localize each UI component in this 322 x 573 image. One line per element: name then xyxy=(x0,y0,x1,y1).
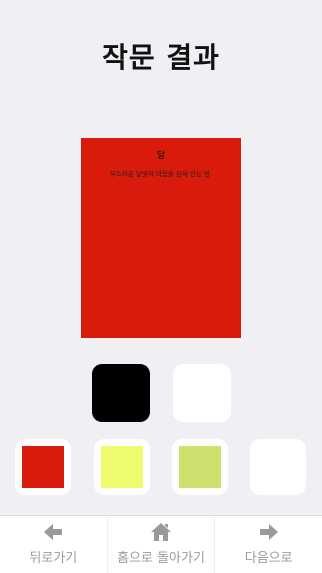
bg-color-chip-yellow xyxy=(101,446,143,488)
home-button-label: 홈으로 돌아가기 xyxy=(117,551,205,566)
back-button-label: 뒤로가기 xyxy=(29,551,78,566)
bg-color-chip-white xyxy=(257,446,299,488)
arrow-left-icon xyxy=(44,524,63,540)
page-title: 작문 결과 xyxy=(102,41,220,74)
composition-card: 달 부드러운 달빛이 마음을 감싸 안는 밤. xyxy=(81,138,241,338)
bg-color-option-green[interactable] xyxy=(172,439,228,495)
card-title: 달 xyxy=(156,151,166,161)
home-icon xyxy=(151,523,171,541)
bottom-navigation: 뒤로가기 홈으로 돌아가기 다음으로 xyxy=(0,515,322,573)
text-color-option-white[interactable] xyxy=(173,364,231,422)
back-button[interactable]: 뒤로가기 xyxy=(0,516,107,573)
bg-color-option-white[interactable] xyxy=(250,439,306,495)
next-button[interactable]: 다음으로 xyxy=(214,516,322,573)
next-button-label: 다음으로 xyxy=(244,551,293,566)
bg-color-option-red[interactable] xyxy=(15,439,71,495)
bg-color-chip-green xyxy=(179,446,221,488)
bg-color-option-yellow[interactable] xyxy=(94,439,150,495)
bg-color-chip-red xyxy=(22,446,64,488)
card-body-text: 부드러운 달빛이 마음을 감싸 안는 밤. xyxy=(109,170,213,178)
text-color-option-black[interactable] xyxy=(92,364,150,422)
arrow-right-icon xyxy=(259,524,278,540)
home-button[interactable]: 홈으로 돌아가기 xyxy=(106,516,215,573)
